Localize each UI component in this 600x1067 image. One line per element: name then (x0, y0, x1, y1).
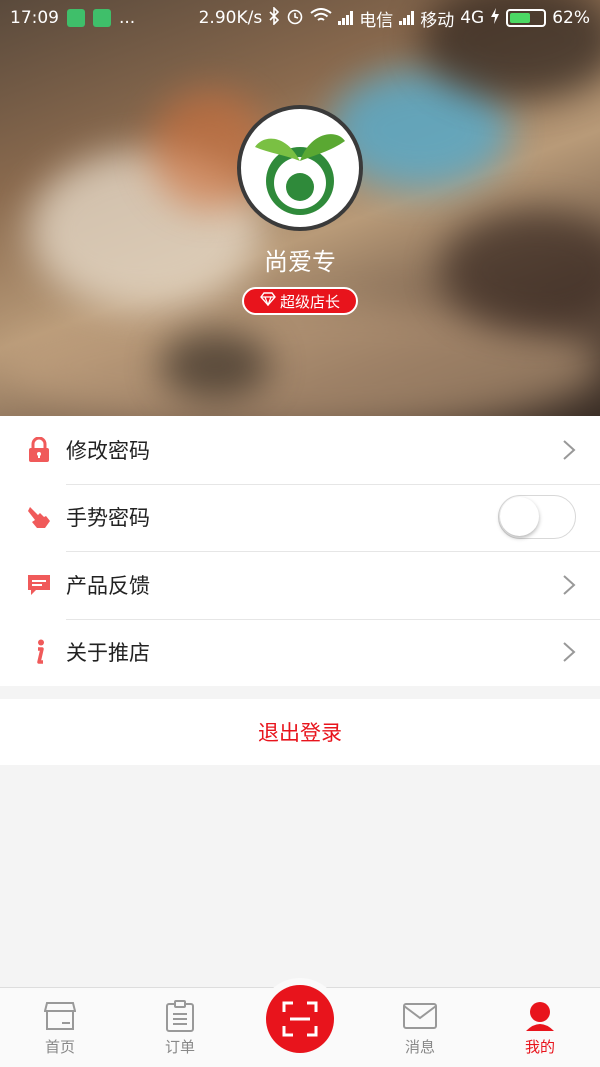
tab-label: 首页 (44, 1038, 75, 1056)
scan-icon (282, 1001, 318, 1037)
carrier-2: 移动 (420, 10, 455, 31)
battery-icon (506, 9, 547, 27)
sprout-logo-icon (255, 134, 345, 215)
shield-app-icon (67, 9, 85, 27)
network-speed: 2.90K/s (198, 8, 263, 28)
signal-icon (338, 11, 354, 25)
tab-label: 我的 (524, 1038, 555, 1056)
diamond-icon (260, 292, 276, 310)
member-badge: 超级店长 (242, 287, 358, 315)
signal-icon (399, 11, 415, 25)
menu-item-label: 产品反馈 (66, 573, 150, 598)
background-blur (160, 330, 270, 400)
charging-icon (490, 7, 500, 29)
tab-label: 消息 (404, 1038, 435, 1056)
battery-app-icon (93, 9, 111, 27)
scan-button[interactable] (266, 985, 334, 1053)
chat-bubble-icon (24, 570, 54, 600)
avatar[interactable] (237, 105, 363, 231)
tab-orders[interactable]: 订单 (120, 988, 240, 1067)
menu-item-about[interactable]: 关于推店 (0, 618, 600, 687)
gesture-password-toggle[interactable] (498, 495, 576, 540)
hand-pointer-icon (24, 502, 54, 532)
carrier-1: 电信 (359, 10, 394, 31)
tab-home[interactable]: 首页 (0, 988, 120, 1067)
status-time: 17:09 (10, 8, 59, 28)
user-icon (523, 1000, 557, 1032)
tab-label: 订单 (164, 1038, 195, 1056)
wifi-icon (310, 7, 332, 29)
menu-item-product-feedback[interactable]: 产品反馈 (0, 551, 600, 619)
menu-item-label: 关于推店 (66, 641, 150, 666)
battery-percent: 62% (552, 8, 590, 28)
lock-icon (24, 435, 54, 465)
tab-mine[interactable]: 我的 (480, 988, 600, 1067)
logout-button[interactable]: 退出登录 (0, 699, 600, 765)
menu-item-gesture-password[interactable]: 手势密码 (0, 483, 600, 552)
user-name: 尚爱专 (264, 248, 336, 276)
info-icon (24, 637, 54, 667)
network-type: 4G (460, 8, 485, 28)
settings-menu: 修改密码 手势密码 产品反馈 关于推店 (0, 416, 600, 686)
chevron-right-icon (563, 575, 576, 595)
chevron-right-icon (563, 440, 576, 460)
menu-item-label: 修改密码 (66, 438, 150, 463)
store-icon (43, 1000, 77, 1032)
chevron-right-icon (563, 642, 576, 662)
status-bar: 17:09 ... 2.90K/s 电信 移动 4G 62% (0, 0, 600, 36)
toggle-knob (500, 497, 539, 537)
tab-messages[interactable]: 消息 (360, 988, 480, 1067)
badge-label: 超级店长 (279, 292, 340, 311)
menu-item-label: 手势密码 (66, 506, 150, 531)
menu-item-change-password[interactable]: 修改密码 (0, 416, 600, 484)
alarm-icon (286, 7, 304, 30)
scan-button-wrapper (259, 978, 341, 1060)
bluetooth-icon (268, 5, 280, 30)
mail-icon (403, 1000, 437, 1032)
more-notifications-icon: ... (119, 8, 136, 28)
clipboard-icon (163, 1000, 197, 1032)
